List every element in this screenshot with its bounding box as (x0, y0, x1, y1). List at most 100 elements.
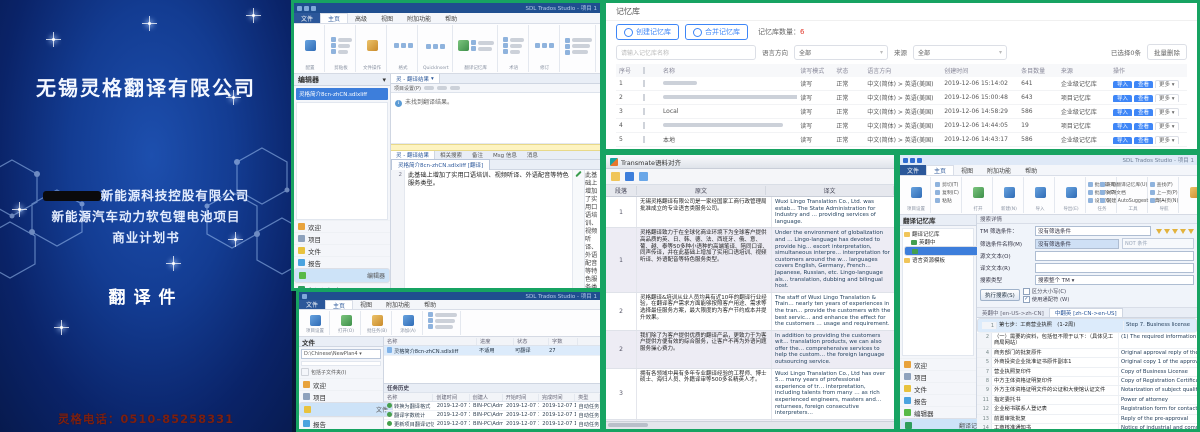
column-0[interactable]: 名称 (384, 338, 477, 345)
ribbon-small-button[interactable]: 剪切(T) (935, 181, 959, 188)
ribbon-small-button[interactable] (565, 50, 592, 55)
entry-target[interactable]: Copy of Business License (1119, 368, 1197, 376)
import-button[interactable]: 导入 (1113, 137, 1132, 144)
entry-source[interactable]: （一）需要的资料，包括但不限于以下：（具体见工商局网站） (992, 333, 1119, 348)
entry-source[interactable]: 企业秘书联系人登记表 (992, 405, 1119, 413)
undo-icon[interactable] (311, 6, 316, 11)
nav-item-1[interactable]: 项目 (294, 232, 390, 244)
view-button[interactable]: 查看 (1134, 81, 1153, 88)
perform-search-button[interactable]: 执行搜索(S) (980, 289, 1020, 301)
tm-entry-row[interactable]: 14工商核准通知书Notice of industrial and commer… (977, 424, 1197, 432)
save-icon[interactable] (910, 158, 915, 163)
more-button[interactable]: 更多 ▾ (1155, 94, 1179, 102)
entry-source[interactable]: 前置审批批复 (992, 415, 1119, 423)
ribbon-small-button[interactable] (331, 43, 352, 48)
tm-language-tab-0[interactable]: 英翻中 [en-US->zh-CN] (977, 308, 1049, 317)
ribbon-small-button[interactable] (503, 43, 524, 48)
entry-source[interactable]: 指定委托书 (992, 396, 1119, 404)
select-all-checkbox[interactable] (643, 67, 645, 74)
entry-target[interactable]: Original copy 1 of the approval cer… (1119, 358, 1197, 366)
ribbon-icon[interactable] (433, 44, 438, 49)
ribbon-tab-5[interactable]: 帮助 (438, 13, 464, 23)
task-column-3[interactable]: 开始时间 (503, 394, 539, 401)
toolbar-icon[interactable] (450, 86, 460, 90)
entry-source[interactable]: 外商投资企业批准证书原件副本1 (992, 358, 1119, 366)
funnel-icon[interactable] (1164, 229, 1170, 234)
ribbon-small-button[interactable]: 下一页(N) (1150, 197, 1179, 204)
bottom-tab-4[interactable]: 消息 (522, 151, 543, 159)
align-row[interactable]: 2我们除了为客户提供优质的翻译产品，更致力于为客户提供方便有效的综合服务，让客户… (606, 331, 894, 369)
project-settings-icon[interactable] (305, 40, 316, 51)
entry-target[interactable]: Step 7. Business license (1-2 wee… (1124, 321, 1192, 329)
nav-item-0[interactable]: 欢迎 (299, 378, 383, 390)
ribbon-small-button[interactable] (503, 37, 524, 42)
task-icon[interactable] (1066, 187, 1077, 198)
import-button[interactable]: 导入 (1113, 109, 1132, 116)
ribbon-small-button[interactable] (331, 37, 352, 42)
ribbon-icon[interactable] (535, 43, 540, 48)
include-subfolders-checkbox[interactable]: 包括子文件夹(I) (299, 366, 383, 378)
merge-tm-button[interactable]: 合并记忆库 (685, 24, 748, 40)
ribbon-button-icon[interactable] (310, 315, 321, 326)
batch-delete-button[interactable]: 批量删除 (1147, 44, 1187, 60)
ribbon-tab-1[interactable]: 主页 (325, 300, 353, 309)
target-text[interactable]: Wuxi Lingo Translation Co., Ltd has over… (772, 369, 894, 419)
segment-row[interactable]: 2此基础上增加了实用口语培训、视频听译、外语配音等特色服务类型。此基础上增加了实… (391, 170, 600, 291)
task-row[interactable]: 转换为翻译格式2019-12-07 16:0…BIN-PC\Admin…2019… (384, 402, 600, 411)
import-button[interactable]: 导入 (1113, 123, 1132, 130)
align-row[interactable]: 3拥有各领域中具有多年专业翻译经验的工程师、博士硕士、海归人员、外籍译审等500… (606, 369, 894, 420)
chevron-down-icon[interactable]: ▾ (382, 76, 386, 84)
entry-source[interactable]: 商务部门的批复原件 (992, 349, 1119, 357)
source-text[interactable]: 我们除了为客户提供优质的翻译产品，更致力于为客户提供方便有效的综合服务，让客户不… (637, 331, 772, 368)
more-button[interactable]: 更多 ▾ (1155, 122, 1179, 130)
open-tm-icon[interactable] (973, 187, 984, 198)
row-checkbox[interactable] (643, 94, 645, 101)
nav-item-4[interactable]: 编辑器 (900, 406, 976, 418)
ribbon-icon[interactable] (408, 43, 413, 48)
ribbon-small-button[interactable] (565, 44, 592, 49)
ribbon-tab-4[interactable]: 帮助 (1018, 165, 1044, 175)
task-column-4[interactable]: 完成时间 (539, 394, 575, 401)
funnel-icon[interactable] (1180, 229, 1186, 234)
segment-source-text[interactable]: 此基础上增加了实用口语培训、视频听译、外语配音等特色服务类型。 (405, 170, 572, 291)
results-window-tab[interactable]: 灵 - 翻译结果▾ (391, 74, 440, 83)
tm-entry-row[interactable]: 4商务部门的批复原件Original approval reply of the… (977, 349, 1197, 358)
ribbon-button-icon[interactable] (403, 315, 414, 326)
align-row[interactable]: 1无锡灵格翻译有限公司是一家经国家工商行政管理局批准成立的专业语言类服务公司。W… (606, 197, 894, 228)
bottom-tab-3[interactable]: Msg 信息 (488, 151, 522, 159)
ribbon-icon[interactable] (542, 43, 547, 48)
more-button[interactable]: 更多 ▾ (1155, 136, 1179, 144)
ribbon-tab-2[interactable]: 视图 (954, 165, 980, 175)
column-1[interactable]: 进度 (477, 338, 514, 345)
toolbar-icon[interactable] (437, 86, 447, 90)
entry-source[interactable]: 第七步：工商营业执照 (1-2周) (997, 321, 1124, 329)
tm-entry-row[interactable]: 8中方主体资格证明复印件Copy of Registration Certifi… (977, 377, 1197, 386)
nav-item-2[interactable]: 文件 (299, 402, 393, 417)
open-file-item[interactable]: 灵格简介8cn-zhCN.sdlxliff (296, 88, 388, 100)
ribbon-tab-0[interactable]: 文件 (294, 13, 320, 23)
target-text[interactable]: Wuxi Lingo Translation Co., Ltd. was est… (772, 197, 894, 227)
entry-target[interactable]: Reply of the pre-approval (1119, 415, 1197, 423)
ribbon-tab-3[interactable]: 附加功能 (980, 165, 1018, 175)
ribbon-icon[interactable] (401, 43, 406, 48)
task-column-0[interactable]: 名称 (384, 394, 433, 401)
nav-item-0[interactable]: 欢迎 (900, 358, 976, 370)
ribbon-small-button[interactable]: 上一页(P) (1150, 189, 1179, 196)
view-button[interactable]: 查看 (1134, 95, 1153, 102)
task-row[interactable]: 翻译字数统计2019-12-07 16:0…BIN-PC\Admin…2019-… (384, 411, 600, 420)
view-button[interactable]: 查看 (1134, 109, 1153, 116)
import-button[interactable]: 导入 (1113, 81, 1132, 88)
funnel-icon[interactable] (1172, 229, 1178, 234)
folder-path-combo[interactable]: D:\Chinese\NewPlan4 ▾ (301, 349, 381, 359)
search-option[interactable]: 区分大小写(C) (1023, 287, 1070, 295)
tm-entry-row[interactable]: 11指定委托书Power of attorney (977, 396, 1197, 405)
row-checkbox[interactable] (643, 136, 645, 143)
nav-item-0[interactable]: 欢迎 (294, 220, 390, 232)
task-icon[interactable] (1035, 187, 1046, 198)
funnel-icon[interactable] (1156, 229, 1162, 234)
tm-entry-row[interactable]: 7营业执照复印件Copy of Business License (977, 368, 1197, 377)
project-settings-button[interactable]: 项目设置(P) (394, 85, 421, 92)
entry-target[interactable]: (1) The required information includ… (se… (1119, 333, 1197, 348)
source-text[interactable]: 拥有各领域中具有多年专业翻译经验的工程师、博士硕士、海归人员、外籍译审等500多… (637, 369, 772, 419)
open-folder-icon[interactable] (611, 172, 620, 181)
